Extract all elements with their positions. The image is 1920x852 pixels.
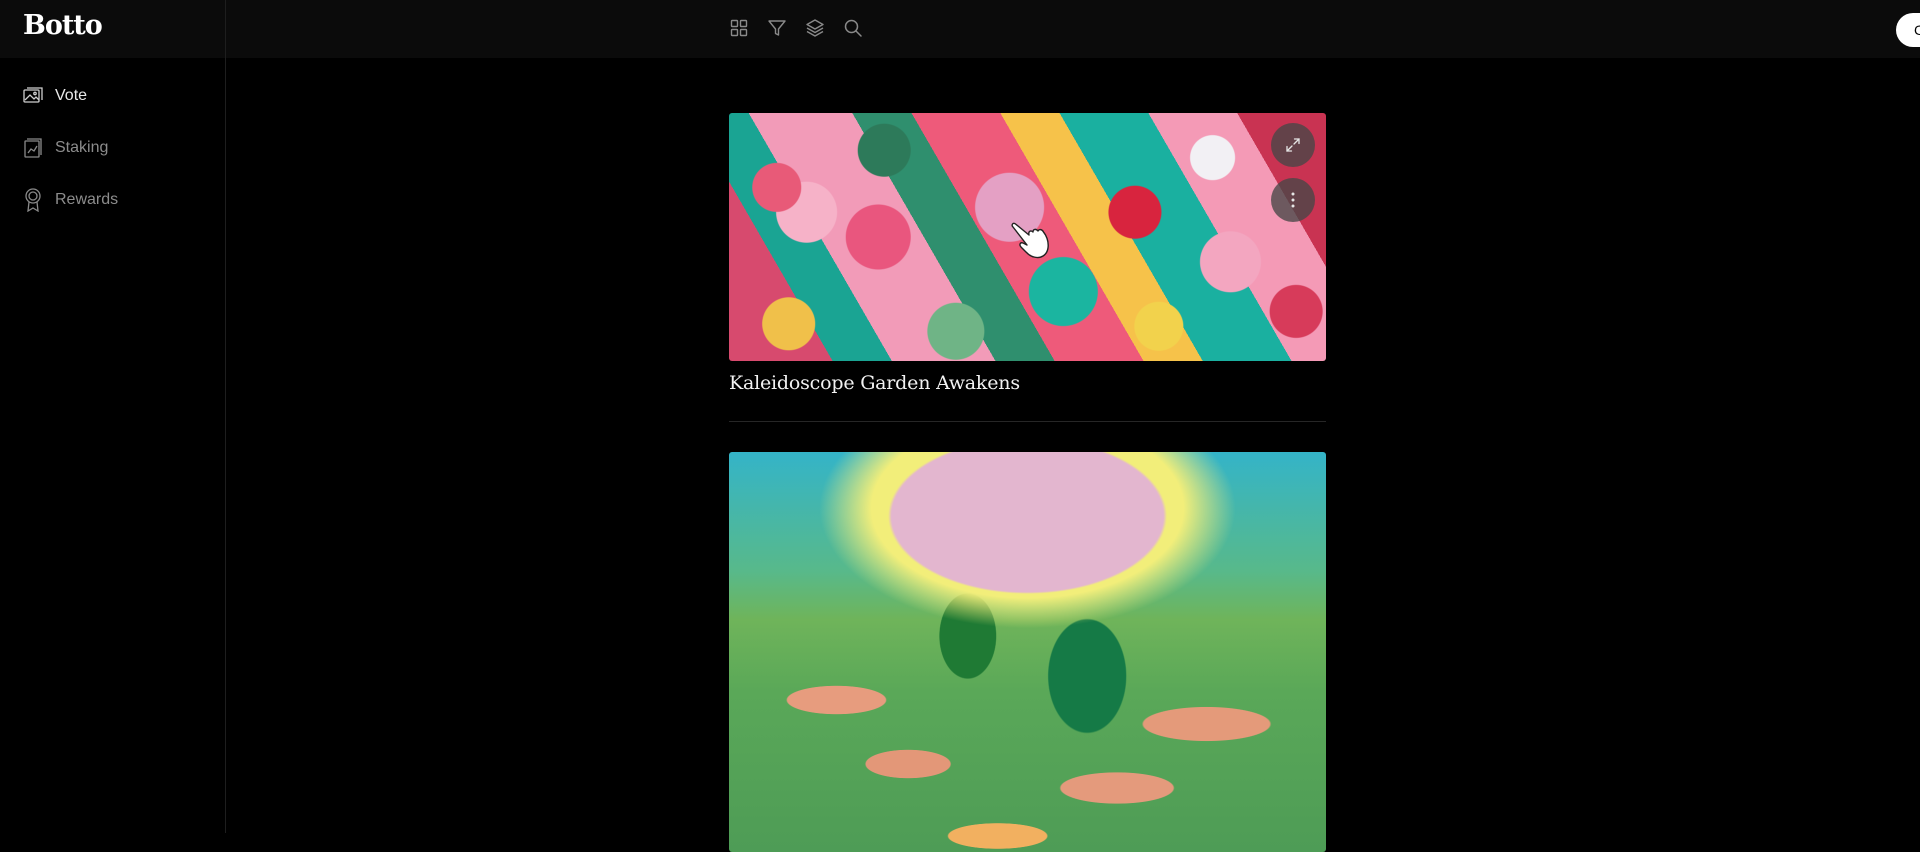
search-icon[interactable]: [842, 17, 864, 39]
expand-icon[interactable]: [1271, 123, 1315, 167]
connect-wallet-label: C: [1914, 22, 1920, 38]
filter-icon[interactable]: [766, 17, 788, 39]
artwork-image[interactable]: [729, 452, 1326, 852]
sidebar-item-rewards[interactable]: Rewards: [23, 186, 118, 214]
award-ribbon-icon: [23, 188, 43, 212]
artwork-card[interactable]: [729, 452, 1326, 852]
connect-wallet-button[interactable]: C: [1896, 13, 1920, 47]
pointer-hand-icon: [1009, 221, 1057, 268]
image-gallery-icon: [23, 86, 43, 106]
card-divider: [729, 421, 1326, 422]
layers-icon[interactable]: [804, 17, 826, 39]
view-toolbar: [728, 17, 864, 39]
artwork-card[interactable]: Kaleidoscope Garden Awakens: [729, 113, 1326, 394]
sidebar-item-label: Vote: [55, 87, 88, 104]
artwork-image[interactable]: [729, 113, 1326, 361]
sidebar: Vote Staking Rewards: [0, 0, 226, 833]
artwork-title[interactable]: Kaleidoscope Garden Awakens: [729, 372, 1326, 394]
sidebar-item-staking[interactable]: Staking: [23, 134, 108, 162]
grid-view-icon[interactable]: [728, 17, 750, 39]
sidebar-item-vote[interactable]: Vote: [23, 82, 87, 110]
top-bar: Botto C: [0, 0, 1920, 58]
sidebar-item-label: Rewards: [55, 191, 119, 208]
more-options-icon[interactable]: [1271, 178, 1315, 222]
sidebar-item-label: Staking: [55, 139, 109, 156]
chart-square-icon: [23, 138, 43, 158]
